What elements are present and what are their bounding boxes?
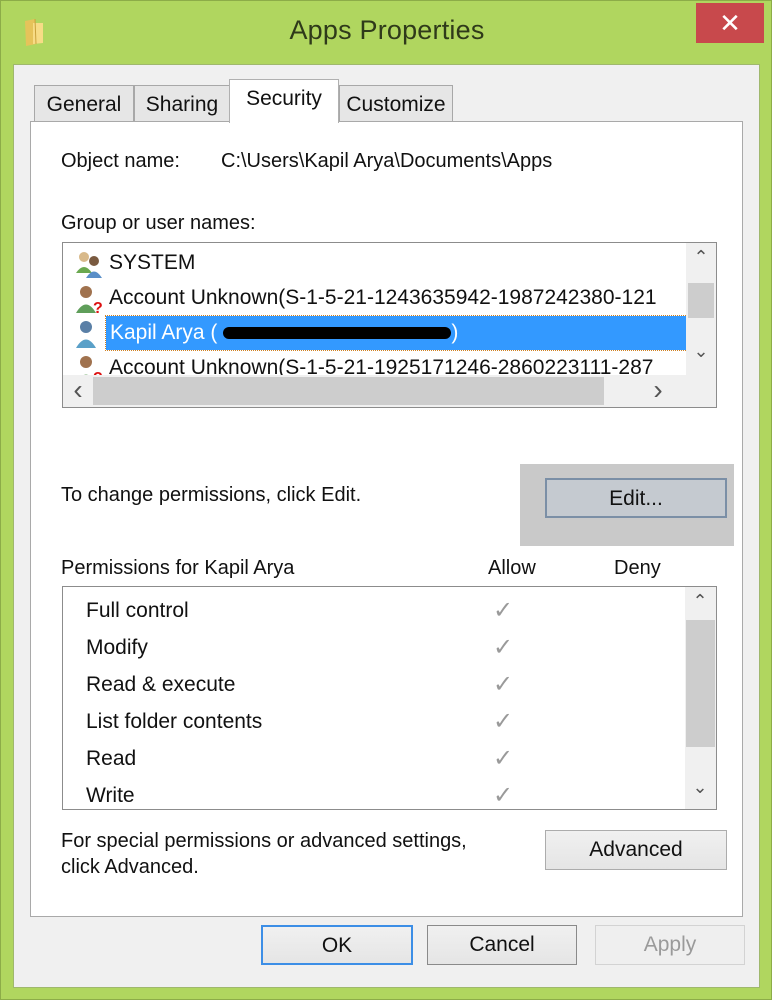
user-name-suffix: ) [451, 321, 459, 344]
permission-name: Full control [86, 599, 189, 622]
permission-row: Full control ✓ [86, 593, 666, 629]
cancel-button[interactable]: Cancel [427, 925, 577, 965]
horizontal-scrollbar[interactable]: ‹ › [63, 375, 688, 407]
list-item-selected[interactable]: Kapil Arya () [73, 315, 695, 351]
title-bar[interactable]: Apps Properties ✕ [1, 1, 772, 63]
object-name-label: Object name: [61, 150, 180, 172]
permission-row: List folder contents ✓ [86, 704, 666, 740]
dialog-client-area: General Sharing Security Customize Objec… [13, 64, 760, 988]
scroll-down-icon[interactable]: ⌄ [685, 777, 715, 798]
permission-row: Read ✓ [86, 741, 666, 777]
user-name-text: Kapil Arya ( [110, 321, 218, 344]
permissions-scrollbar[interactable]: ⌃ ⌄ [685, 587, 716, 809]
ok-button[interactable]: OK [261, 925, 413, 965]
scrollbar-corner [686, 375, 716, 407]
permission-name: Read [86, 747, 137, 770]
list-item[interactable]: ? Account Unknown(S-1-5-21-1243635942-19… [73, 281, 678, 315]
scrollbar-thumb[interactable] [686, 620, 715, 747]
allow-check-icon: ✓ [493, 708, 514, 735]
permissions-for-label: Permissions for Kapil Arya [61, 557, 295, 579]
properties-window: Apps Properties ✕ General Sharing Securi… [0, 0, 772, 1000]
advanced-hint-line1: For special permissions or advanced sett… [61, 830, 467, 852]
permission-name: Modify [86, 636, 148, 659]
tab-label: General [46, 93, 122, 116]
permission-row: Read & execute ✓ [86, 667, 666, 703]
window-title: Apps Properties [289, 15, 485, 45]
svg-text:?: ? [93, 300, 103, 314]
scroll-down-icon[interactable]: ⌄ [686, 341, 716, 362]
allow-check-icon: ✓ [493, 745, 514, 772]
user-name: SYSTEM [109, 251, 196, 274]
user-name: Kapil Arya () [104, 315, 695, 351]
group-user-names-label: Group or user names: [61, 212, 256, 234]
tab-security[interactable]: Security [229, 79, 339, 123]
permissions-list[interactable]: Full control ✓ Modify ✓ Read & execute ✓ Li… [62, 586, 717, 810]
user-name: Account Unknown(S-1-5-21-1243635942-1987… [109, 286, 657, 309]
permission-name: Read & execute [86, 673, 236, 696]
tab-general[interactable]: General [34, 85, 134, 121]
vertical-scrollbar[interactable]: ⌃ ⌄ [686, 243, 716, 375]
tab-customize[interactable]: Customize [339, 85, 453, 121]
scroll-up-icon[interactable]: ⌃ [685, 591, 715, 612]
permission-name: List folder contents [86, 710, 263, 733]
advanced-button[interactable]: Advanced [545, 830, 727, 870]
tab-label: Security [246, 87, 322, 110]
scroll-left-icon[interactable]: ‹ [63, 375, 93, 405]
allow-check-icon: ✓ [493, 597, 514, 624]
tab-label: Sharing [145, 93, 219, 116]
allow-header: Allow [488, 557, 536, 579]
change-permissions-hint: To change permissions, click Edit. [61, 484, 362, 506]
deny-header: Deny [614, 557, 661, 579]
user-icon [76, 321, 96, 348]
edit-button[interactable]: Edit... [545, 478, 727, 518]
advanced-hint-line2: click Advanced. [61, 856, 199, 878]
object-name-value: C:\Users\Kapil Arya\Documents\Apps [221, 150, 553, 172]
permission-row: Modify ✓ [86, 630, 666, 666]
scroll-up-icon[interactable]: ⌃ [686, 247, 716, 268]
allow-check-icon: ✓ [493, 634, 514, 661]
unknown-user-icon: ? [76, 286, 103, 314]
allow-check-icon: ✓ [493, 782, 514, 809]
tab-label: Customize [346, 93, 446, 116]
scrollbar-thumb[interactable] [688, 283, 714, 318]
security-tab-panel: Object name: C:\Users\Kapil Arya\Documen… [30, 121, 743, 917]
permission-name: Write [86, 784, 135, 807]
group-users-icon [76, 252, 102, 278]
scroll-right-icon[interactable]: › [643, 375, 673, 405]
list-item[interactable]: SYSTEM [73, 246, 678, 280]
apply-button[interactable]: Apply [595, 925, 745, 965]
redacted-email [223, 327, 452, 340]
tab-sharing[interactable]: Sharing [134, 85, 230, 121]
permission-row: Write ✓ [86, 778, 666, 809]
allow-check-icon: ✓ [493, 671, 514, 698]
close-button[interactable]: ✕ [696, 3, 764, 43]
scrollbar-thumb[interactable] [93, 377, 604, 405]
group-user-list[interactable]: SYSTEM ? Account Unknown(S-1-5-21-124363… [62, 242, 717, 408]
close-icon: ✕ [719, 8, 741, 38]
